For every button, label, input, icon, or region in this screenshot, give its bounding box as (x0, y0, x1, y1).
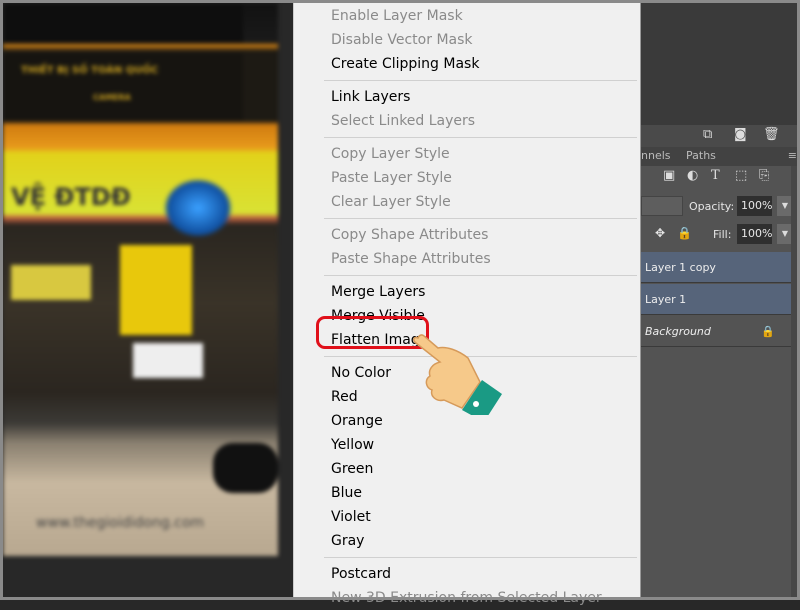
adjustment-filter-icon[interactable]: ◐ (687, 168, 698, 183)
sign-text-2: CAMERA (93, 93, 131, 102)
lock-position-icon[interactable]: ✥ (655, 226, 665, 240)
menu-item-gray[interactable]: Gray (294, 529, 640, 553)
layer-context-menu: Enable Layer Mask Disable Vector Mask Crea… (293, 0, 641, 606)
filter-icons: ▣ ◐ T ⬚ ⎘ (641, 168, 800, 190)
panel-toolbar: ⧉ ◙ 🗑 (641, 125, 800, 147)
menu-item-violet[interactable]: Violet (294, 505, 640, 529)
menu-item-select-linked-layers: Select Linked Layers (331, 113, 476, 129)
document-canvas: THIẾT BỊ SỐ TOÀN QUỐC CAMERA VỆ ĐTDĐ www… (3, 3, 278, 556)
lock-all-icon[interactable]: 🔒 (677, 226, 692, 240)
blend-mode-select[interactable] (641, 196, 683, 216)
lock-icon: 🔒 (761, 325, 775, 338)
menu-item-new-3d-extrusion-from-selected-layer: New 3D Extrusion from Selected Layer (331, 590, 602, 606)
shape-filter-icon[interactable]: ⬚ (735, 168, 747, 183)
menu-separator (324, 557, 637, 558)
tab-channels[interactable]: nnels (641, 149, 671, 162)
menu-separator (324, 80, 637, 81)
menu-item-blue[interactable]: Blue (294, 481, 640, 505)
menu-item-create-clipping-mask[interactable]: Create Clipping Mask (294, 52, 640, 76)
image-filter-icon[interactable]: ▣ (663, 168, 675, 183)
layers-panel: ⧉ ◙ 🗑 nnels Paths ≡ ▣ ◐ T ⬚ ⎘ Opacity: 1… (641, 0, 800, 600)
layer-row[interactable]: Background 🔒 (641, 316, 791, 347)
layer-row[interactable]: Layer 1 copy (641, 252, 791, 283)
menu-item-paste-layer-style: Paste Layer Style (331, 170, 452, 186)
sign-text: THIẾT BỊ SỐ TOÀN QUỐC (21, 65, 159, 76)
menu-item-merge-layers[interactable]: Merge Layers (294, 280, 640, 304)
menu-item-postcard[interactable]: Postcard (294, 562, 640, 586)
panel-tabs: nnels Paths ≡ (641, 147, 800, 166)
new-layer-icon[interactable]: ⧉ (703, 127, 712, 142)
menu-item-link-layers[interactable]: Link Layers (294, 85, 640, 109)
menu-item-green[interactable]: Green (294, 457, 640, 481)
menu-item-yellow[interactable]: Yellow (294, 433, 640, 457)
layer-name: Background (645, 325, 711, 338)
pointing-hand-icon (413, 334, 502, 415)
camera-icon[interactable]: ◙ (734, 127, 747, 142)
menu-separator (324, 218, 637, 219)
opacity-label: Opacity: (689, 200, 735, 213)
menu-separator (324, 137, 637, 138)
panel-menu-icon[interactable]: ≡ (788, 149, 797, 162)
layer-name: Layer 1 copy (645, 261, 716, 274)
menu-item-copy-layer-style: Copy Layer Style (331, 146, 450, 162)
type-filter-icon[interactable]: T (711, 168, 720, 183)
layer-row[interactable]: Layer 1 (641, 284, 791, 315)
layer-name: Layer 1 (645, 293, 687, 306)
smart-object-filter-icon[interactable]: ⎘ (759, 168, 769, 183)
opacity-input[interactable]: 100% (737, 196, 772, 216)
banner-text: VỆ ĐTDĐ (11, 183, 131, 211)
panel-scrollbar[interactable] (791, 166, 800, 600)
menu-item-disable-vector-mask: Disable Vector Mask (331, 32, 473, 48)
tab-paths[interactable]: Paths (686, 149, 716, 162)
fill-input[interactable]: 100% (737, 224, 772, 244)
menu-item-enable-layer-mask: Enable Layer Mask (331, 8, 463, 24)
menu-item-copy-shape-attributes: Copy Shape Attributes (331, 227, 489, 243)
watermark: www.thegioididong.com (36, 515, 205, 531)
fill-label: Fill: (713, 228, 732, 241)
menu-item-clear-layer-style: Clear Layer Style (331, 194, 451, 210)
menu-item-paste-shape-attributes: Paste Shape Attributes (331, 251, 491, 267)
menu-separator (324, 275, 637, 276)
trash-icon[interactable]: 🗑 (763, 127, 780, 142)
